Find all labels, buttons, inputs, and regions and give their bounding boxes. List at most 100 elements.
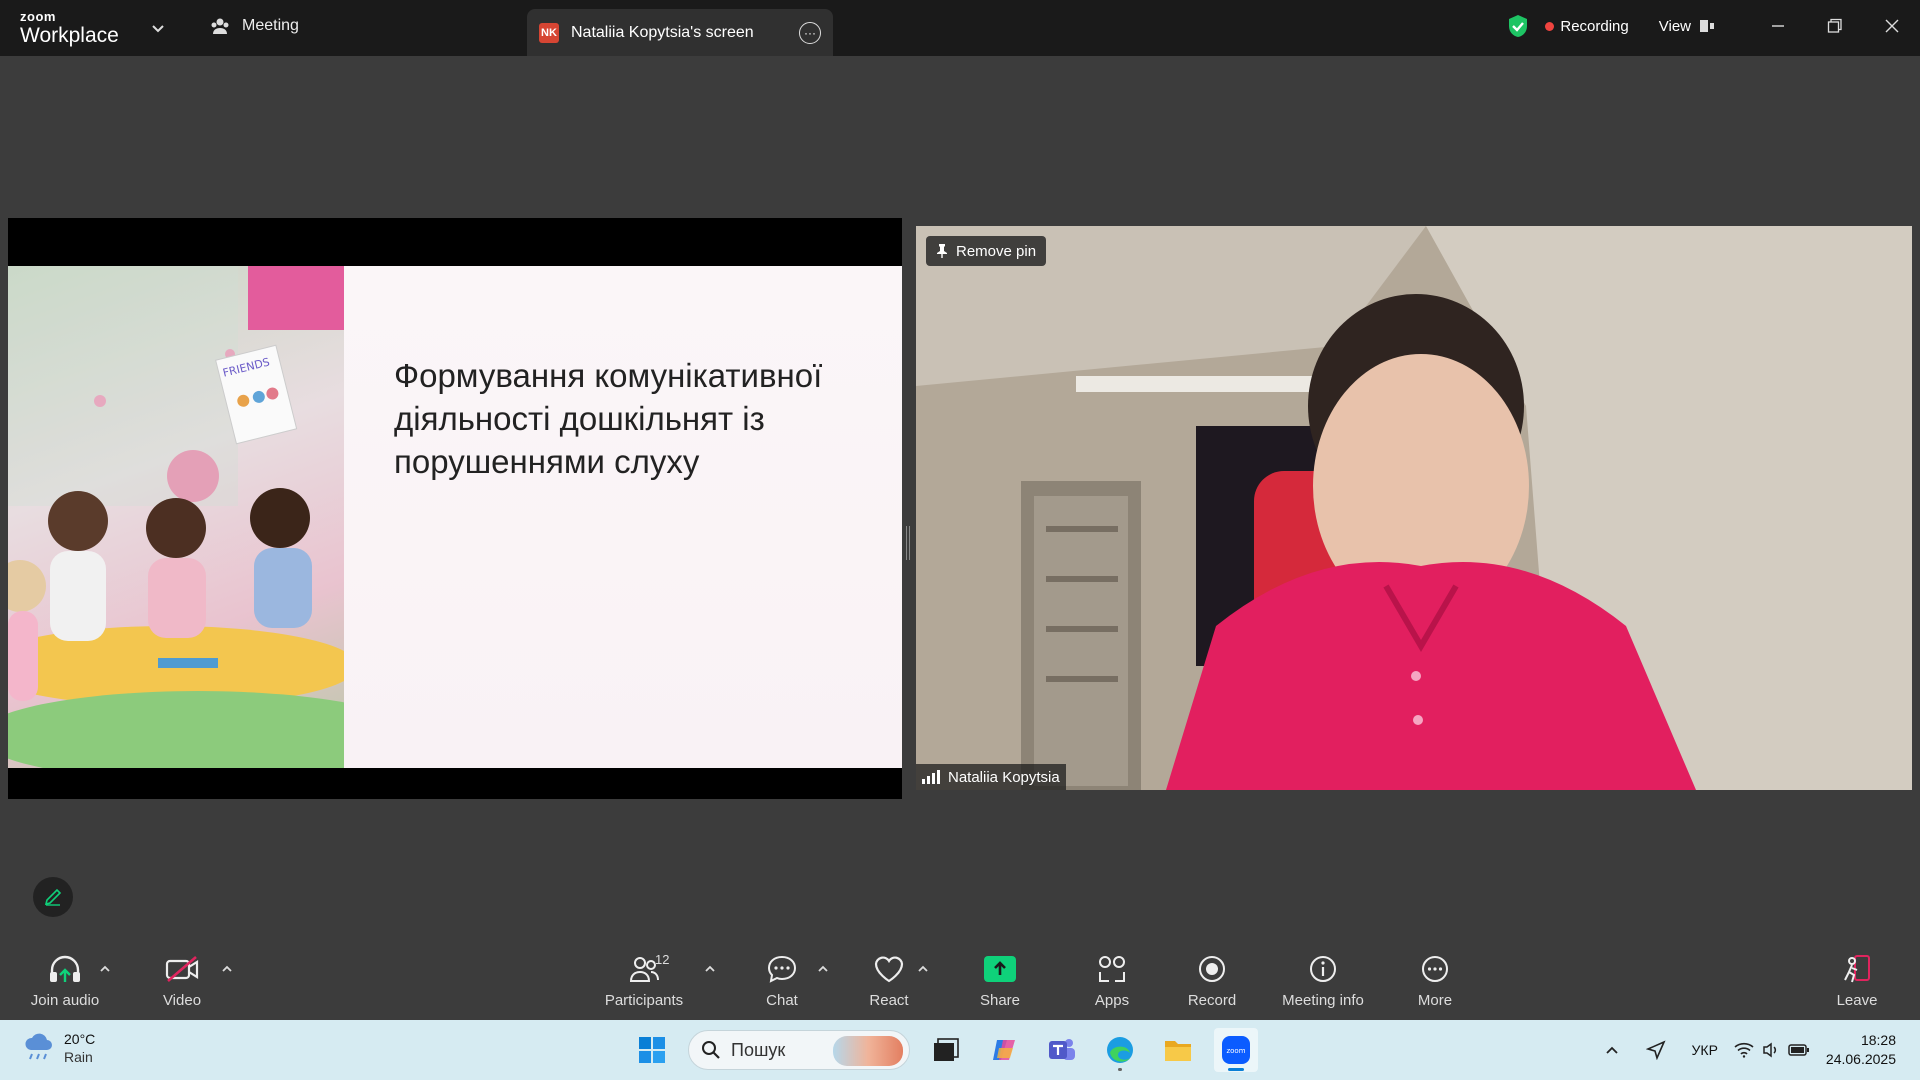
edge-browser-icon: [1107, 1037, 1133, 1063]
show-hidden-icons-button[interactable]: [1590, 1028, 1634, 1072]
location-arrow-icon: [1645, 1040, 1666, 1060]
clock-date: 24.06.2025: [1825, 1051, 1896, 1067]
react-button[interactable]: React: [834, 950, 944, 1009]
apps-icon: [1099, 956, 1125, 982]
zoom-logo[interactable]: zoom Workplace: [20, 10, 119, 46]
chevron-up-icon: [1605, 1046, 1618, 1054]
input-language[interactable]: УКР: [1692, 1042, 1718, 1058]
share-label: Share: [979, 992, 1021, 1009]
slide-photo-children: FRIENDS: [8, 266, 418, 768]
participant-video[interactable]: Remove pin Nataliia Kopytsia: [916, 226, 1912, 790]
more-icon: [1422, 956, 1448, 982]
share-button[interactable]: Share: [945, 950, 1055, 1009]
video-feed-scene: [916, 226, 1912, 790]
annotate-button[interactable]: [33, 877, 73, 917]
headphones-icon: [50, 955, 80, 982]
participant-name: Nataliia Kopytsia: [948, 768, 1060, 786]
system-tray: УКР 18:28 24.06.2025: [1590, 1020, 1920, 1080]
audio-options-caret-icon[interactable]: [98, 962, 112, 976]
minimize-button[interactable]: [1749, 0, 1806, 52]
participants-label: Participants: [604, 992, 684, 1009]
presentation-slide: FRIENDS Формування комунікативної діяльн…: [8, 266, 902, 768]
security-shield-icon[interactable]: [1507, 14, 1529, 38]
remove-pin-button[interactable]: Remove pin: [926, 236, 1047, 266]
more-label: More: [1417, 992, 1453, 1009]
weather-widget[interactable]: 20°C Rain: [22, 1030, 95, 1066]
minimize-icon: [1771, 25, 1784, 27]
tab-meeting[interactable]: Meeting: [210, 16, 299, 36]
chevron-down-icon[interactable]: [150, 20, 166, 36]
system-clock[interactable]: 18:28 24.06.2025: [1826, 1031, 1896, 1069]
recording-indicator[interactable]: Recording: [1545, 17, 1629, 35]
start-button[interactable]: [630, 1028, 674, 1072]
taskbar-search[interactable]: Пошук: [688, 1030, 910, 1070]
slide-title: Формування комунікативної діяльності дош…: [394, 357, 823, 480]
chat-button[interactable]: Chat: [727, 950, 837, 1009]
meeting-people-icon: [211, 18, 229, 34]
folder-icon: [1165, 1041, 1191, 1061]
signal-strength-icon: [922, 770, 940, 784]
react-label: React: [869, 992, 909, 1009]
taskbar-edge[interactable]: [1098, 1028, 1142, 1072]
panel-resize-handle[interactable]: [906, 526, 910, 560]
remove-pin-label: Remove pin: [956, 242, 1037, 260]
clock-time: 18:28: [1860, 1032, 1896, 1048]
participant-name-tag: Nataliia Kopytsia: [916, 764, 1066, 790]
video-off-icon: [165, 956, 199, 982]
video-button[interactable]: Video: [127, 950, 237, 1009]
video-options-caret-icon[interactable]: [220, 962, 234, 976]
record-button[interactable]: Record: [1157, 950, 1267, 1009]
wifi-icon: [1734, 1042, 1754, 1058]
pencil-icon: [44, 888, 62, 906]
taskbar-copilot[interactable]: [982, 1028, 1026, 1072]
view-button[interactable]: View: [1659, 18, 1715, 35]
taskbar-zoom[interactable]: zoom: [1214, 1028, 1258, 1072]
teams-icon: [1049, 1039, 1075, 1060]
leave-icon: [1844, 955, 1870, 983]
network-volume-battery[interactable]: [1732, 1028, 1812, 1072]
shared-screen-panel[interactable]: FRIENDS Формування комунікативної діяльн…: [8, 218, 902, 799]
chat-icon: [767, 955, 797, 983]
search-icon: [702, 1041, 720, 1059]
close-button[interactable]: [1863, 0, 1920, 52]
share-screen-icon: [984, 956, 1016, 982]
weather-condition: Rain: [64, 1049, 93, 1065]
react-options-caret-icon[interactable]: [916, 962, 930, 976]
meeting-tab-label: Meeting: [242, 17, 299, 34]
search-placeholder: Пошук: [731, 1039, 786, 1060]
view-layout-icon: [1700, 20, 1714, 32]
tab-shared-screen[interactable]: NK Nataliia Kopytsia's screen ···: [527, 9, 833, 56]
location-button[interactable]: [1634, 1028, 1678, 1072]
leave-button[interactable]: Leave: [1802, 950, 1912, 1009]
more-options-icon[interactable]: ···: [799, 21, 821, 44]
record-label: Record: [1187, 992, 1237, 1009]
task-view-button[interactable]: [924, 1028, 968, 1072]
brand-big: Workplace: [20, 24, 119, 47]
video-label: Video: [162, 992, 202, 1009]
join-audio-label: Join audio: [30, 992, 100, 1009]
join-audio-button[interactable]: Join audio: [10, 950, 120, 1009]
chat-options-caret-icon[interactable]: [816, 962, 830, 976]
meeting-info-button[interactable]: Meeting info: [1268, 950, 1378, 1009]
more-button[interactable]: More: [1380, 950, 1490, 1009]
participants-options-caret-icon[interactable]: [703, 962, 717, 976]
participants-button[interactable]: 12 Participants: [589, 950, 699, 1009]
rain-cloud-icon: [25, 1033, 52, 1060]
restore-button[interactable]: [1806, 0, 1863, 52]
weather-temp: 20°C: [64, 1031, 96, 1047]
windows-taskbar: 20°C Rain Пошук zoom УКР 18:28 24.06.202…: [0, 1020, 1920, 1080]
taskbar-file-explorer[interactable]: [1156, 1028, 1200, 1072]
info-icon: [1310, 956, 1336, 982]
task-view-icon: [934, 1038, 959, 1061]
search-highlight-image: [833, 1036, 903, 1066]
close-icon: [1885, 19, 1898, 33]
restore-icon: [1827, 18, 1842, 33]
taskbar-teams[interactable]: [1040, 1028, 1084, 1072]
avatar: NK: [539, 22, 559, 43]
zoom-app-icon: zoom: [1222, 1036, 1250, 1064]
recording-label: Recording: [1560, 17, 1629, 35]
apps-button[interactable]: Apps: [1057, 950, 1167, 1009]
record-icon: [1199, 956, 1225, 982]
pin-icon: [937, 244, 947, 258]
title-bar: zoom Workplace Meeting NK Nataliia Kopyt…: [0, 0, 1920, 56]
